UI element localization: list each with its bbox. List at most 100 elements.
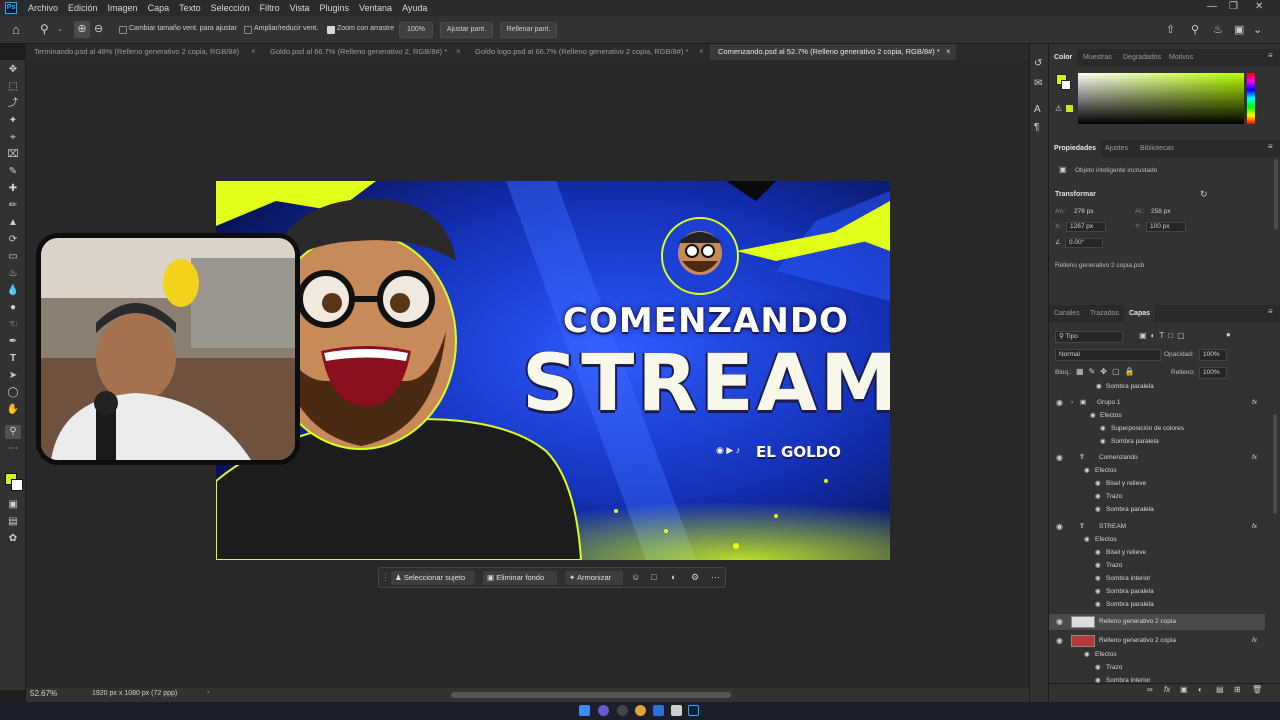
remove-background-button[interactable]: ▣ Eliminar fondo xyxy=(483,571,557,585)
more-tools-icon[interactable]: ⋯ xyxy=(5,442,21,456)
menu-edicion[interactable]: Edición xyxy=(63,3,103,13)
panel-menu-icon[interactable]: ≡ xyxy=(1268,307,1273,316)
history-panel-icon[interactable]: ↺ xyxy=(1034,58,1042,69)
select-subject-button[interactable]: ♟ Seleccionar sujeto xyxy=(391,571,475,585)
tab-adjustments[interactable]: Ajustes xyxy=(1100,140,1133,157)
menu-seleccion[interactable]: Selección xyxy=(206,3,255,13)
app-icon[interactable] xyxy=(671,705,682,716)
smudge-tool-icon[interactable]: ☜ xyxy=(5,318,21,332)
hand-tool-icon[interactable]: ✋ xyxy=(5,403,21,417)
comments-panel-icon[interactable]: ✉ xyxy=(1034,78,1042,89)
frame-tool-icon[interactable]: ⌧ xyxy=(5,148,21,162)
fill-screen-button[interactable]: Rellenar pant. xyxy=(500,22,557,38)
link-layers-icon[interactable]: ∞ xyxy=(1147,685,1153,694)
layer-effects-row[interactable]: ◉ Efectos xyxy=(1049,410,1272,423)
lock-icons[interactable]: ▦✎✥▢🔒 xyxy=(1076,367,1139,376)
layer-filter-select[interactable]: ⚲ Tipo xyxy=(1055,331,1123,343)
app-icon[interactable] xyxy=(653,705,664,716)
layer-row-generative-fill[interactable]: ◉ Relleno generativo 2 copia fx xyxy=(1049,633,1272,649)
tab-patterns[interactable]: Motivos xyxy=(1164,49,1198,66)
blend-mode-select[interactable]: Normal xyxy=(1055,349,1161,361)
move-tool-icon[interactable]: ✥ xyxy=(5,63,21,77)
character-panel-icon[interactable]: A xyxy=(1034,104,1041,115)
layer-effect-row[interactable]: ◉ Trazo xyxy=(1049,560,1272,573)
history-brush-icon[interactable]: ⟳ xyxy=(5,233,21,247)
home-icon[interactable]: ⌂ xyxy=(12,22,20,37)
tab-paths[interactable]: Trazados xyxy=(1085,305,1124,322)
paragraph-panel-icon[interactable]: ¶ xyxy=(1034,122,1039,133)
tab-terminando[interactable]: Terminando.psd al 48% (Relleno generativ… xyxy=(26,44,262,60)
layer-effect-row[interactable]: ◉ Sombra paralela xyxy=(1049,381,1272,394)
tab-swatches[interactable]: Muestras xyxy=(1078,49,1117,66)
y-field[interactable]: 100 px xyxy=(1146,222,1186,232)
tool-preset-chevron-icon[interactable]: ⌄ xyxy=(57,25,63,33)
layer-effects-row[interactable]: ◉ Efectos xyxy=(1049,534,1272,547)
eye-icon[interactable]: ◉ xyxy=(1056,633,1063,649)
workspace-chevron-icon[interactable]: ⌄ xyxy=(1253,23,1262,36)
magic-wand-icon[interactable]: ✦ xyxy=(5,114,21,128)
gamut-swatch[interactable] xyxy=(1066,105,1073,112)
menu-filtro[interactable]: Filtro xyxy=(255,3,285,13)
adjustment-icon[interactable]: ◐ xyxy=(671,572,676,582)
layer-row-stream[interactable]: ◉ T STREAM fx xyxy=(1049,521,1272,535)
more-options-icon[interactable]: ⋯ xyxy=(711,572,720,583)
drag-handle-icon[interactable]: ⋮ xyxy=(381,572,390,583)
height-field[interactable]: 258 px xyxy=(1147,207,1187,217)
layer-row-selected[interactable]: ◉ Relleno generativo 2 copia xyxy=(1049,614,1265,630)
minimize-icon[interactable]: — xyxy=(1207,1,1217,12)
close-tab-icon[interactable]: × xyxy=(946,47,951,56)
tab-goldo[interactable]: Goldo.psd al 66.7% (Relleno generativo 2… xyxy=(262,44,467,60)
blur-tool-icon[interactable]: 💧 xyxy=(5,284,21,298)
path-selection-icon[interactable]: ➤ xyxy=(5,369,21,383)
eraser-tool-icon[interactable]: ▭ xyxy=(5,250,21,264)
menu-ayuda[interactable]: Ayuda xyxy=(397,3,432,13)
background-color-swatch[interactable] xyxy=(11,479,23,491)
layer-effect-row[interactable]: ◉ Bisel y relieve xyxy=(1049,478,1272,491)
eye-icon[interactable]: ◉ xyxy=(1056,452,1063,465)
layers-scrollbar[interactable] xyxy=(1273,414,1277,514)
layer-effect-row[interactable]: ◉ Sombra interior xyxy=(1049,573,1272,586)
hue-slider[interactable] xyxy=(1247,73,1255,124)
layer-effect-row[interactable]: ◉ Sombra interior xyxy=(1049,675,1272,683)
fit-screen-button[interactable]: Ajustar pant. xyxy=(440,22,493,38)
ellipse-tool-icon[interactable]: ◯ xyxy=(5,386,21,400)
close-icon[interactable]: ✕ xyxy=(1255,1,1263,12)
paint-bucket-icon[interactable]: ♨ xyxy=(5,267,21,281)
discord-icon[interactable] xyxy=(598,705,609,716)
layer-effect-row[interactable]: ◉ Sombra paralela xyxy=(1049,504,1272,517)
adjustment-layer-icon[interactable]: ◐ xyxy=(1198,685,1203,694)
menu-texto[interactable]: Texto xyxy=(174,3,206,13)
layer-effect-row[interactable]: ◉ Superposición de colores xyxy=(1049,423,1272,436)
zoom-all-checkbox[interactable] xyxy=(244,26,252,34)
zoom-in-icon[interactable]: ⊕ xyxy=(74,21,90,38)
layer-effect-row[interactable]: ◉ Sombra paralela xyxy=(1049,586,1272,599)
layer-effects-row[interactable]: ◉ Efectos xyxy=(1049,649,1272,662)
workspace-icon[interactable]: ▣ xyxy=(1234,23,1244,36)
lasso-tool-icon[interactable]: ⤴ xyxy=(5,97,21,111)
layer-filter-icons[interactable]: ▣◐T□▢ xyxy=(1139,331,1189,340)
transform-icon[interactable]: □ xyxy=(651,572,656,582)
menu-archivo[interactable]: Archivo xyxy=(23,3,63,13)
windows-start-icon[interactable] xyxy=(579,705,590,716)
width-field[interactable]: 276 px xyxy=(1070,207,1110,217)
obs-icon[interactable] xyxy=(617,705,628,716)
filter-toggle-icon[interactable]: ● xyxy=(1226,330,1231,339)
zoom-level[interactable]: 52.67% xyxy=(30,689,57,698)
stamp-tool-icon[interactable]: ▲ xyxy=(5,216,21,230)
brush-tool-icon[interactable]: ✏ xyxy=(5,199,21,213)
reset-transform-icon[interactable]: ↻ xyxy=(1200,189,1208,200)
zoom-value-field[interactable]: 100% xyxy=(399,22,433,38)
x-field[interactable]: 1267 px xyxy=(1066,222,1106,232)
layer-effects-row[interactable]: ◉ Efectos xyxy=(1049,465,1272,478)
tab-comenzando[interactable]: Comenzando.psd al 52.7% (Relleno generat… xyxy=(710,44,956,60)
eyedropper-icon[interactable]: ✎ xyxy=(5,165,21,179)
layer-effect-row[interactable]: ◉ Trazo xyxy=(1049,491,1272,504)
delete-layer-icon[interactable]: 🗑 xyxy=(1252,685,1262,694)
tab-layers[interactable]: Capas xyxy=(1124,305,1156,322)
eye-icon[interactable]: ◉ xyxy=(1056,397,1063,410)
add-style-icon[interactable]: fx xyxy=(1164,685,1170,694)
tab-color[interactable]: Color xyxy=(1049,49,1078,66)
angle-field[interactable]: 0.00° xyxy=(1065,238,1103,248)
search-icon[interactable]: ⚲ xyxy=(1191,23,1199,36)
tab-libraries[interactable]: Bibliotecas xyxy=(1135,140,1179,157)
